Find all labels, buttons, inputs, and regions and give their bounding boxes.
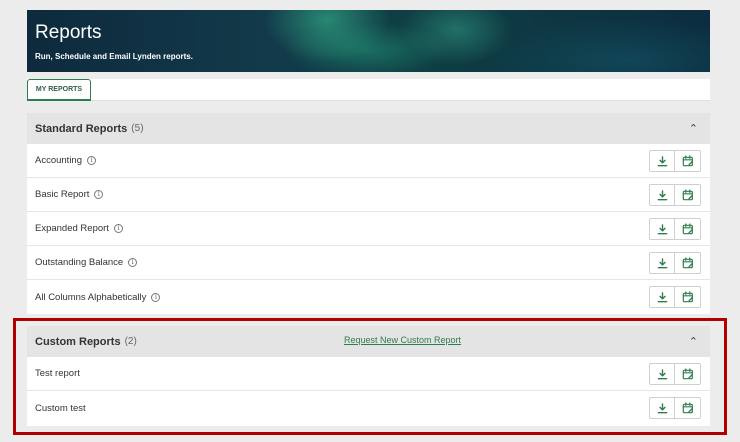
request-custom-report-link[interactable]: Request New Custom Report — [344, 335, 461, 345]
custom-reports-title: Custom Reports — [35, 335, 121, 348]
download-icon — [657, 155, 668, 167]
calendar-edit-icon — [682, 189, 694, 201]
download-button[interactable] — [649, 252, 675, 274]
calendar-edit-icon — [682, 223, 694, 235]
report-name: Test report — [35, 368, 80, 379]
info-icon[interactable]: i — [94, 190, 104, 199]
info-icon[interactable]: i — [128, 258, 138, 267]
standard-reports-panel: Standard Reports (5) ⌃ Accounting i Basic … — [27, 113, 710, 314]
download-button[interactable] — [649, 184, 675, 206]
report-actions — [649, 397, 701, 419]
info-icon[interactable]: i — [151, 292, 161, 302]
calendar-edit-icon — [682, 257, 694, 269]
calendar-edit-icon — [682, 155, 694, 167]
report-row[interactable]: Test report — [27, 357, 710, 391]
schedule-button[interactable] — [675, 286, 701, 308]
report-name: Custom test — [35, 402, 86, 414]
download-button[interactable] — [649, 363, 675, 385]
page-title: Reports — [35, 22, 102, 43]
page-banner: Reports Run, Schedule and Email Lynden r… — [27, 10, 710, 72]
standard-reports-count: (5) — [131, 123, 144, 134]
report-actions — [649, 286, 701, 308]
report-row[interactable]: Accounting i — [27, 144, 710, 178]
info-icon[interactable]: i — [87, 156, 97, 165]
schedule-button[interactable] — [675, 252, 701, 274]
download-icon — [657, 368, 668, 380]
report-name: Basic Report — [35, 189, 90, 200]
download-button[interactable] — [649, 218, 675, 240]
standard-reports-list: Accounting i Basic Report i Expanded Report i… — [27, 144, 710, 314]
calendar-edit-icon — [682, 402, 694, 414]
download-button[interactable] — [649, 286, 675, 308]
download-button[interactable] — [649, 150, 675, 172]
report-name: All Columns Alphabetically — [35, 291, 147, 303]
schedule-button[interactable] — [675, 184, 701, 206]
report-name: Accounting — [35, 155, 83, 166]
schedule-button[interactable] — [675, 218, 701, 240]
report-row[interactable]: All Columns Alphabetically i — [27, 280, 710, 314]
custom-reports-header[interactable]: Custom Reports (2) Request New Custom Re… — [27, 326, 710, 357]
report-row[interactable]: Basic Report i — [27, 178, 710, 212]
download-button[interactable] — [649, 397, 675, 419]
schedule-button[interactable] — [675, 397, 701, 419]
download-icon — [657, 291, 668, 303]
schedule-button[interactable] — [675, 150, 701, 172]
report-actions — [649, 184, 701, 206]
tab-bar: MY REPORTS — [27, 79, 710, 101]
chevron-up-icon[interactable]: ⌃ — [689, 122, 698, 135]
report-actions — [649, 252, 701, 274]
download-icon — [657, 402, 668, 414]
report-name: Expanded Report — [35, 223, 109, 234]
report-name: Outstanding Balance — [35, 257, 124, 268]
report-actions — [649, 218, 701, 240]
custom-reports-count: (2) — [124, 336, 137, 347]
calendar-edit-icon — [682, 368, 694, 380]
calendar-edit-icon — [682, 291, 694, 303]
report-actions — [649, 150, 701, 172]
tab-my-reports[interactable]: MY REPORTS — [27, 79, 91, 101]
schedule-button[interactable] — [675, 363, 701, 385]
standard-reports-header[interactable]: Standard Reports (5) ⌃ — [27, 113, 710, 144]
custom-reports-list: Test report Custom test — [27, 357, 710, 425]
report-row[interactable]: Expanded Report i — [27, 212, 710, 246]
info-icon[interactable]: i — [113, 224, 123, 233]
custom-reports-panel: Custom Reports (2) Request New Custom Re… — [27, 326, 710, 426]
download-icon — [657, 257, 668, 269]
report-row[interactable]: Outstanding Balance i — [27, 246, 710, 280]
chevron-up-icon[interactable]: ⌃ — [689, 335, 698, 348]
download-icon — [657, 223, 668, 235]
report-actions — [649, 363, 701, 385]
report-row[interactable]: Custom test — [27, 391, 710, 425]
page-subtitle: Run, Schedule and Email Lynden reports. — [35, 52, 193, 61]
standard-reports-title: Standard Reports — [35, 122, 128, 135]
download-icon — [657, 189, 668, 201]
